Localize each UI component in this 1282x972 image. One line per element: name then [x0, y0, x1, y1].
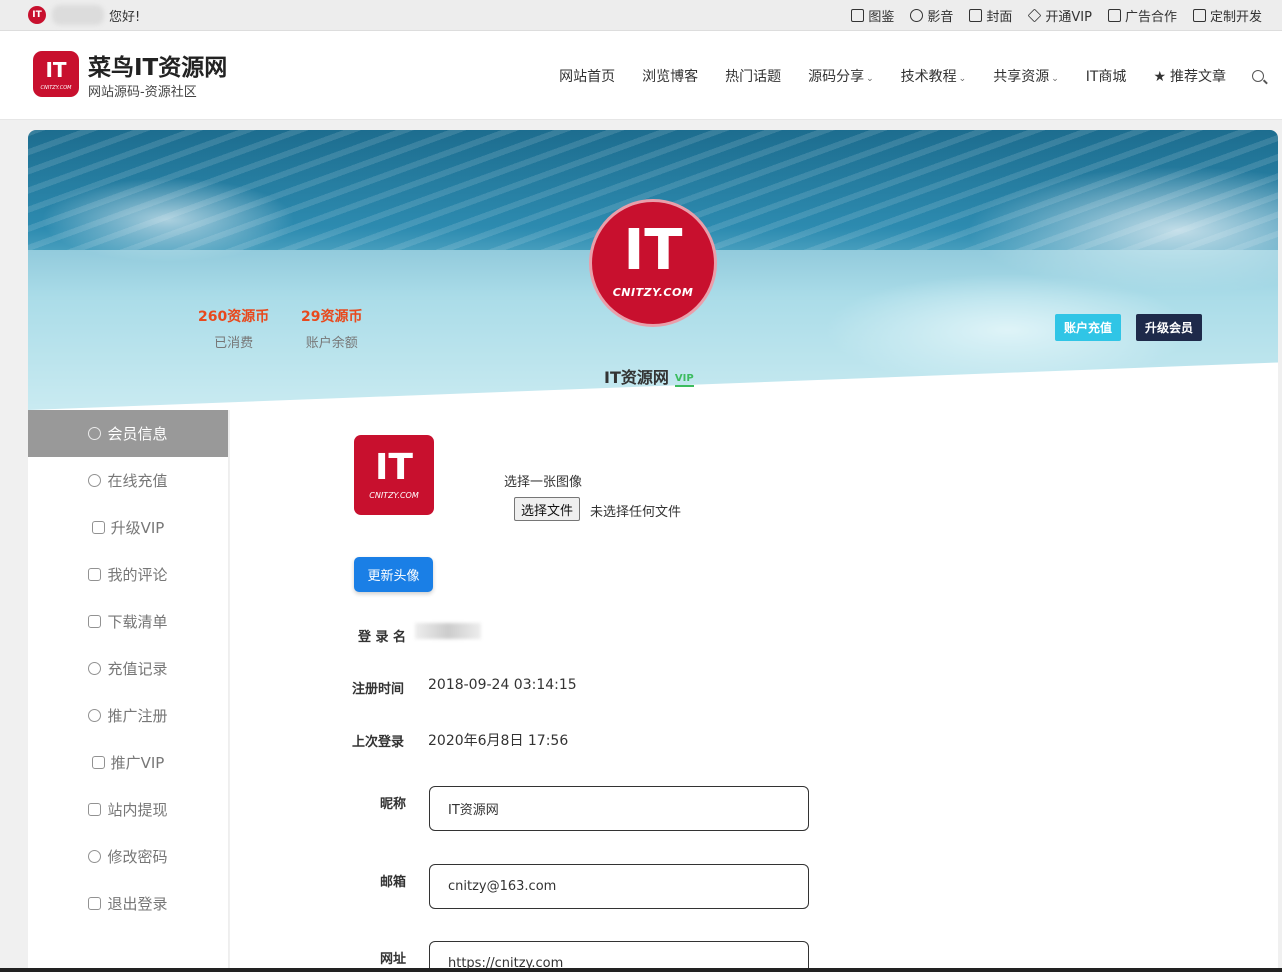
music-icon — [910, 9, 924, 22]
sidebar-item-referral-register[interactable]: 推广注册 — [28, 692, 228, 739]
top-link-media[interactable]: 影音 — [910, 6, 953, 25]
last-login-label: 上次登录 — [352, 735, 405, 750]
greeting-text: 您好! — [109, 10, 141, 25]
login-name-label: 登 录 名 — [358, 630, 407, 645]
stat-balance: 29资源币 账户余额 — [301, 306, 362, 351]
top-link-cover[interactable]: 封面 — [969, 6, 1012, 25]
main-nav: 网站首页 浏览博客 热门话题 源码分享 ⌄ 技术教程 ⌄ 共享资源 ⌄ IT商城 ★ 推… — [532, 66, 1264, 86]
star-icon: ★ — [1153, 69, 1166, 85]
ad-icon — [1107, 9, 1121, 22]
chart-icon — [91, 756, 105, 769]
email-label: 邮箱 — [380, 875, 407, 890]
nav-home[interactable]: 网站首页 — [559, 66, 615, 86]
avatar-domain: CNITZY.COM — [612, 286, 694, 299]
choose-file-button[interactable]: 选择文件 — [514, 497, 581, 521]
balance-label: 账户余额 — [305, 336, 358, 351]
image-icon — [851, 9, 865, 22]
nav-tutorials[interactable]: 技术教程 ⌄ — [901, 66, 967, 86]
cube-icon — [969, 9, 983, 22]
logout-icon — [88, 897, 102, 910]
clipboard-icon — [88, 615, 102, 628]
stat-spent: 260资源币 已消费 — [198, 306, 269, 351]
recharge-button[interactable]: 账户充值 — [1055, 314, 1121, 341]
shield-icon — [1192, 9, 1206, 22]
nickname-field[interactable]: IT资源网 — [429, 786, 809, 831]
sidebar-item-referral-vip[interactable]: 推广VIP — [28, 739, 228, 786]
top-links: 图鉴 影音 封面 开通VIP 广告合作 定制开发 — [851, 6, 1262, 25]
spent-label: 已消费 — [214, 336, 254, 351]
register-time-label: 注册时间 — [352, 682, 405, 697]
diamond-icon — [1027, 8, 1042, 23]
site-title[interactable]: 菜鸟IT资源网 — [88, 48, 227, 82]
sidebar-item-upgrade-vip[interactable]: 升级VIP — [28, 504, 228, 551]
login-name-value-redacted — [415, 623, 481, 639]
search-icon[interactable] — [1252, 70, 1264, 82]
top-link-vip[interactable]: 开通VIP — [1027, 6, 1092, 25]
profile-avatar: IT CNITZY.COM — [589, 199, 717, 327]
choose-image-label: 选择一张图像 — [504, 475, 583, 490]
wallet-icon — [88, 803, 102, 816]
profile-banner: IT CNITZY.COM 260资源币 已消费 29资源币 账户余额 IT资源… — [28, 130, 1278, 410]
nickname-label: 昵称 — [380, 797, 407, 812]
sidebar-item-recharge[interactable]: 在线充值 — [28, 457, 228, 504]
chevron-down-icon: ⌄ — [1051, 74, 1059, 84]
nav-topics[interactable]: 热门话题 — [725, 66, 781, 86]
profile-name: IT资源网 VIP — [604, 364, 694, 388]
user-icon — [88, 427, 102, 440]
balance-value: 29资源币 — [301, 309, 363, 325]
website-label: 网址 — [380, 952, 407, 967]
sidebar-item-change-password[interactable]: 修改密码 — [28, 833, 228, 880]
nav-it-mall[interactable]: IT商城 — [1086, 66, 1127, 86]
sidebar-item-logout[interactable]: 退出登录 — [28, 880, 228, 927]
nav-shared-resources[interactable]: 共享资源 ⌄ — [993, 66, 1059, 86]
sidebar-item-withdraw[interactable]: 站内提现 — [28, 786, 228, 833]
chevron-down-icon: ⌄ — [866, 74, 874, 84]
id-card-icon — [91, 521, 105, 534]
top-bar: IT 您好! 图鉴 影音 封面 开通VIP 广告合作 定制开发 — [0, 0, 1282, 31]
nav-recommended[interactable]: ★ 推荐文章 — [1153, 66, 1226, 86]
site-header: IT CNITZY.COM 菜鸟IT资源网 网站源码-资源社区 网站首页 浏览博… — [0, 31, 1282, 120]
yen-icon — [88, 474, 102, 487]
upgrade-member-button[interactable]: 升级会员 — [1136, 314, 1202, 341]
share-icon — [88, 709, 102, 722]
current-avatar: IT CNITZY.COM — [354, 435, 434, 515]
sidebar-item-my-comments[interactable]: 我的评论 — [28, 551, 228, 598]
last-login-value: 2020年6月8日 17:56 — [428, 733, 569, 749]
register-time-value: 2018-09-24 03:14:15 — [428, 677, 577, 693]
vip-badge: VIP — [674, 373, 694, 387]
sidebar-item-downloads[interactable]: 下载清单 — [28, 598, 228, 645]
spent-value: 260资源币 — [198, 309, 270, 325]
profile-name-text: IT资源网 — [604, 368, 669, 387]
email-field[interactable]: cnitzy@163.com — [429, 864, 809, 909]
avatar-text: IT — [623, 218, 683, 283]
site-mini-logo[interactable]: IT — [28, 6, 46, 24]
top-link-ads[interactable]: 广告合作 — [1107, 6, 1177, 25]
chevron-down-icon: ⌄ — [958, 74, 967, 84]
site-logo[interactable]: IT CNITZY.COM — [33, 51, 79, 97]
file-status-text: 未选择任何文件 — [590, 505, 682, 520]
sidebar-item-member-info[interactable]: 会员信息 — [28, 410, 228, 457]
logo-domain: CNITZY.COM — [40, 85, 72, 91]
update-avatar-button[interactable]: 更新头像 — [354, 557, 433, 592]
avatar-small-domain: CNITZY.COM — [369, 491, 419, 500]
member-info-panel: IT CNITZY.COM 选择一张图像 选择文件 未选择任何文件 更新头像 登… — [230, 410, 1278, 972]
shield-icon — [88, 850, 102, 863]
blurred-username — [52, 5, 104, 25]
logo-text: IT — [45, 58, 67, 82]
sidebar-item-recharge-history[interactable]: 充值记录 — [28, 645, 228, 692]
member-sidebar: 会员信息 在线充值 升级VIP 我的评论 下载清单 充值记录 推广注册 推广VI… — [28, 410, 229, 972]
avatar-small-text: IT — [375, 447, 413, 488]
top-link-custom-dev[interactable]: 定制开发 — [1192, 6, 1262, 25]
nav-blog[interactable]: 浏览博客 — [642, 66, 698, 86]
bottom-edge — [0, 968, 1282, 972]
yen-icon — [88, 662, 102, 675]
site-subtitle: 网站源码-资源社区 — [88, 85, 197, 100]
comment-icon — [88, 568, 102, 581]
nav-source-share[interactable]: 源码分享 ⌄ — [808, 66, 874, 86]
top-link-atlas[interactable]: 图鉴 — [851, 6, 894, 25]
